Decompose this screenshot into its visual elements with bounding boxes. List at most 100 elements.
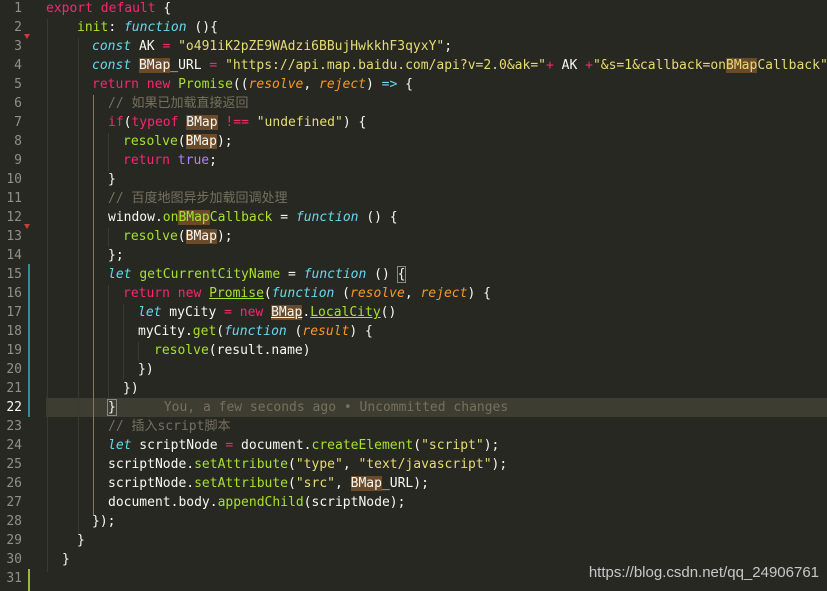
parameter: resolve <box>248 77 304 92</box>
line-number: 24 <box>6 438 22 453</box>
code-line-10: } <box>108 170 116 189</box>
punctuation: , <box>303 77 320 92</box>
string-literal: Callback" <box>757 58 827 73</box>
function-name: getCurrentCityName <box>139 267 281 282</box>
git-modified-bar[interactable] <box>28 569 30 591</box>
search-match-highlight: BMap <box>185 229 217 244</box>
code-line-20: }) <box>138 360 154 379</box>
line-number: 14 <box>6 248 22 263</box>
class-name: Promise <box>209 286 264 301</box>
search-match-highlight: BMap <box>726 58 758 73</box>
punctuation: }) <box>123 381 139 396</box>
punctuation: ( <box>263 286 272 301</box>
line-number: 15 <box>6 267 22 282</box>
code-line-5: return new Promise((resolve, reject) => … <box>92 75 413 94</box>
line-number: 18 <box>6 324 22 339</box>
code-line-27: document.body.appendChild(scriptNode); <box>108 493 405 512</box>
punctuation: { <box>155 1 172 16</box>
keyword: if <box>108 115 124 130</box>
punctuation: ( <box>286 324 303 339</box>
method-call: appendChild <box>217 495 304 510</box>
storage-type: let <box>108 267 132 282</box>
operator: + <box>545 58 554 73</box>
arrow-operator: => <box>381 77 398 92</box>
git-blame-annotation[interactable]: You, a few seconds ago • Uncommitted cha… <box>164 400 508 415</box>
storage-type: const <box>92 58 132 73</box>
code-line-23: // 插入script脚本 <box>108 417 230 436</box>
line-number: 30 <box>6 552 22 567</box>
line-number: 29 <box>6 533 22 548</box>
punctuation: , <box>342 457 359 472</box>
git-deleted-marker[interactable] <box>24 34 30 39</box>
punctuation: ); <box>413 476 429 491</box>
storage-type: let <box>138 305 162 320</box>
method-call: setAttribute <box>194 457 289 472</box>
function-call: resolve <box>123 134 178 149</box>
code-line-8: resolve(BMap); <box>123 132 233 151</box>
line-number: 3 <box>14 39 22 54</box>
git-deleted-marker[interactable] <box>24 224 30 229</box>
function-call: resolve <box>154 343 209 358</box>
method-call: setAttribute <box>194 476 289 491</box>
code-line-6: // 如果已加载直接返回 <box>108 94 248 113</box>
method-name: init <box>77 20 109 35</box>
line-number: 28 <box>6 514 22 529</box>
search-match-highlight: BMap <box>138 58 171 73</box>
storage-type: function <box>271 286 335 301</box>
keyword: typeof <box>131 115 179 130</box>
punctuation: ) { <box>467 286 491 301</box>
search-match-highlight: BMap <box>185 134 217 149</box>
identifier: document.body. <box>108 495 218 510</box>
code-line-12: window.onBMapCallback = function () { <box>108 208 398 227</box>
line-number: 11 <box>6 191 22 206</box>
line-number: 27 <box>6 495 22 510</box>
line-number: 8 <box>14 134 22 149</box>
git-added-bar[interactable] <box>28 264 30 417</box>
code-editor[interactable]: 1 2 3 4 5 6 7 8 9 10 11 12 13 14 15 16 1… <box>0 0 827 591</box>
identifier: myCity <box>161 305 225 320</box>
string-literal: "o491iK2pZE9WAdzi6BBujHwkkhF3qyxY" <box>178 39 445 54</box>
comment: // 插入script脚本 <box>108 419 231 434</box>
line-number: 9 <box>14 153 22 168</box>
line-number: 5 <box>14 77 22 92</box>
code-line-14: }; <box>108 246 124 265</box>
punctuation: , <box>334 476 351 491</box>
operator: + <box>585 58 593 73</box>
search-match-highlight: BMap <box>271 305 303 320</box>
identifier: myCity. <box>138 324 193 339</box>
punctuation: ( <box>177 134 186 149</box>
code-line-9: return true; <box>123 151 217 170</box>
parameter: resolve <box>350 286 405 301</box>
punctuation: ); <box>216 134 233 149</box>
line-number: 21 <box>6 381 22 396</box>
punctuation: ); <box>483 438 500 453</box>
string-literal: "text/javascript" <box>358 457 492 472</box>
code-line-18: myCity.get(function (result) { <box>138 322 373 341</box>
punctuation: ); <box>491 457 508 472</box>
line-number: 6 <box>14 96 22 111</box>
identifier: scriptNode. <box>108 457 195 472</box>
search-match-highlight: BMap <box>350 476 382 491</box>
storage-type: function <box>224 324 287 339</box>
keyword: return <box>123 286 170 301</box>
method-call: createElement <box>311 438 414 453</box>
punctuation: { <box>397 77 413 92</box>
code-line-30: } <box>62 550 70 569</box>
line-number: 13 <box>6 229 22 244</box>
identifier: _URL <box>170 58 210 73</box>
watermark: https://blog.csdn.net/qq_24906761 <box>588 564 819 581</box>
method-name: Callback <box>209 210 273 225</box>
code-area[interactable]: export default { init: function (){ cons… <box>46 0 827 591</box>
code-line-7: if(typeof BMap !== "undefined") { <box>108 113 366 132</box>
punctuation: () { <box>358 210 398 225</box>
punctuation: ) { <box>342 115 367 130</box>
method-call: get <box>192 324 217 339</box>
code-line-28: }); <box>92 512 115 531</box>
line-number: 10 <box>6 172 22 187</box>
punctuation: } <box>77 533 85 548</box>
search-match-highlight: BMap <box>178 210 210 225</box>
code-line-22: } You, a few seconds ago • Uncommitted ch… <box>107 398 508 417</box>
punctuation: (scriptNode); <box>303 495 406 510</box>
